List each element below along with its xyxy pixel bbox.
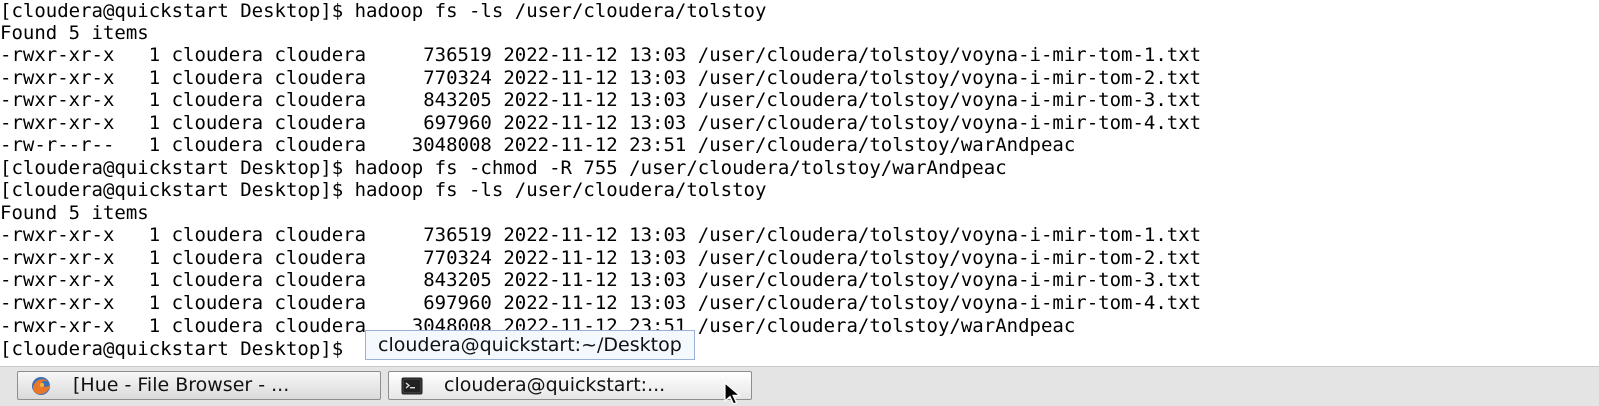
taskbar: [Hue - File Browser - ... cloudera@quick…: [0, 366, 1599, 406]
taskbar-button-terminal[interactable]: cloudera@quickstart:...: [388, 371, 752, 400]
terminal-line: -rwxr-xr-x 1 cloudera cloudera 770324 20…: [0, 247, 1202, 269]
terminal-line: Found 5 items: [0, 22, 149, 44]
terminal-line: -rwxr-xr-x 1 cloudera cloudera 843205 20…: [0, 89, 1202, 111]
terminal-line: -rwxr-xr-x 1 cloudera cloudera 736519 20…: [0, 44, 1202, 66]
terminal-line: [cloudera@quickstart Desktop]$ hadoop fs…: [0, 179, 767, 201]
terminal-line: -rwxr-xr-x 1 cloudera cloudera 770324 20…: [0, 67, 1202, 89]
terminal-line: -rwxr-xr-x 1 cloudera cloudera 697960 20…: [0, 292, 1202, 314]
terminal-line: [cloudera@quickstart Desktop]$ hadoop fs…: [0, 157, 1007, 179]
terminal-prompt-line[interactable]: [cloudera@quickstart Desktop]$: [0, 338, 355, 360]
terminal-icon: [401, 376, 423, 396]
terminal-line: -rwxr-xr-x 1 cloudera cloudera 843205 20…: [0, 269, 1202, 291]
terminal-line: [cloudera@quickstart Desktop]$ hadoop fs…: [0, 0, 767, 22]
taskbar-button-label: [Hue - File Browser - ...: [73, 374, 290, 396]
terminal-line: -rw-r--r-- 1 cloudera cloudera 3048008 2…: [0, 134, 1076, 156]
terminal-line: -rwxr-xr-x 1 cloudera cloudera 736519 20…: [0, 224, 1202, 246]
taskbar-button-hue-file-browser[interactable]: [Hue - File Browser - ...: [17, 371, 381, 400]
window-title-tooltip: cloudera@quickstart:~/Desktop: [365, 330, 695, 360]
terminal-line: Found 5 items: [0, 202, 149, 224]
firefox-icon: [30, 376, 52, 396]
desktop-screen: [cloudera@quickstart Desktop]$ hadoop fs…: [0, 0, 1599, 406]
terminal-line: -rwxr-xr-x 1 cloudera cloudera 697960 20…: [0, 112, 1202, 134]
taskbar-button-label: cloudera@quickstart:...: [444, 374, 666, 396]
terminal-window[interactable]: [cloudera@quickstart Desktop]$ hadoop fs…: [0, 0, 1599, 372]
mouse-pointer-icon: [724, 382, 742, 405]
